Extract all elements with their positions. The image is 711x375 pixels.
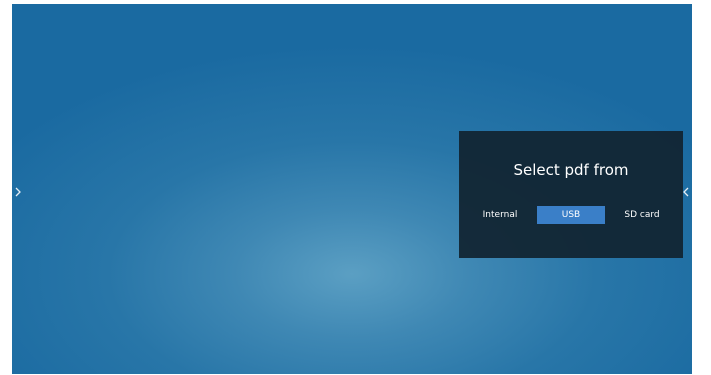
dialog-title: Select pdf from — [513, 161, 629, 179]
select-source-dialog: Select pdf from Internal USB SD card — [459, 131, 683, 258]
option-internal[interactable]: Internal — [477, 206, 523, 224]
chevron-right-icon-glyph — [15, 187, 21, 197]
option-usb[interactable]: USB — [537, 206, 605, 224]
option-sd-card[interactable]: SD card — [619, 206, 665, 224]
display-screen: Select pdf from Internal USB SD card — [12, 4, 692, 374]
chevron-right-icon[interactable] — [12, 185, 24, 199]
source-options: Internal USB SD card — [459, 206, 683, 224]
